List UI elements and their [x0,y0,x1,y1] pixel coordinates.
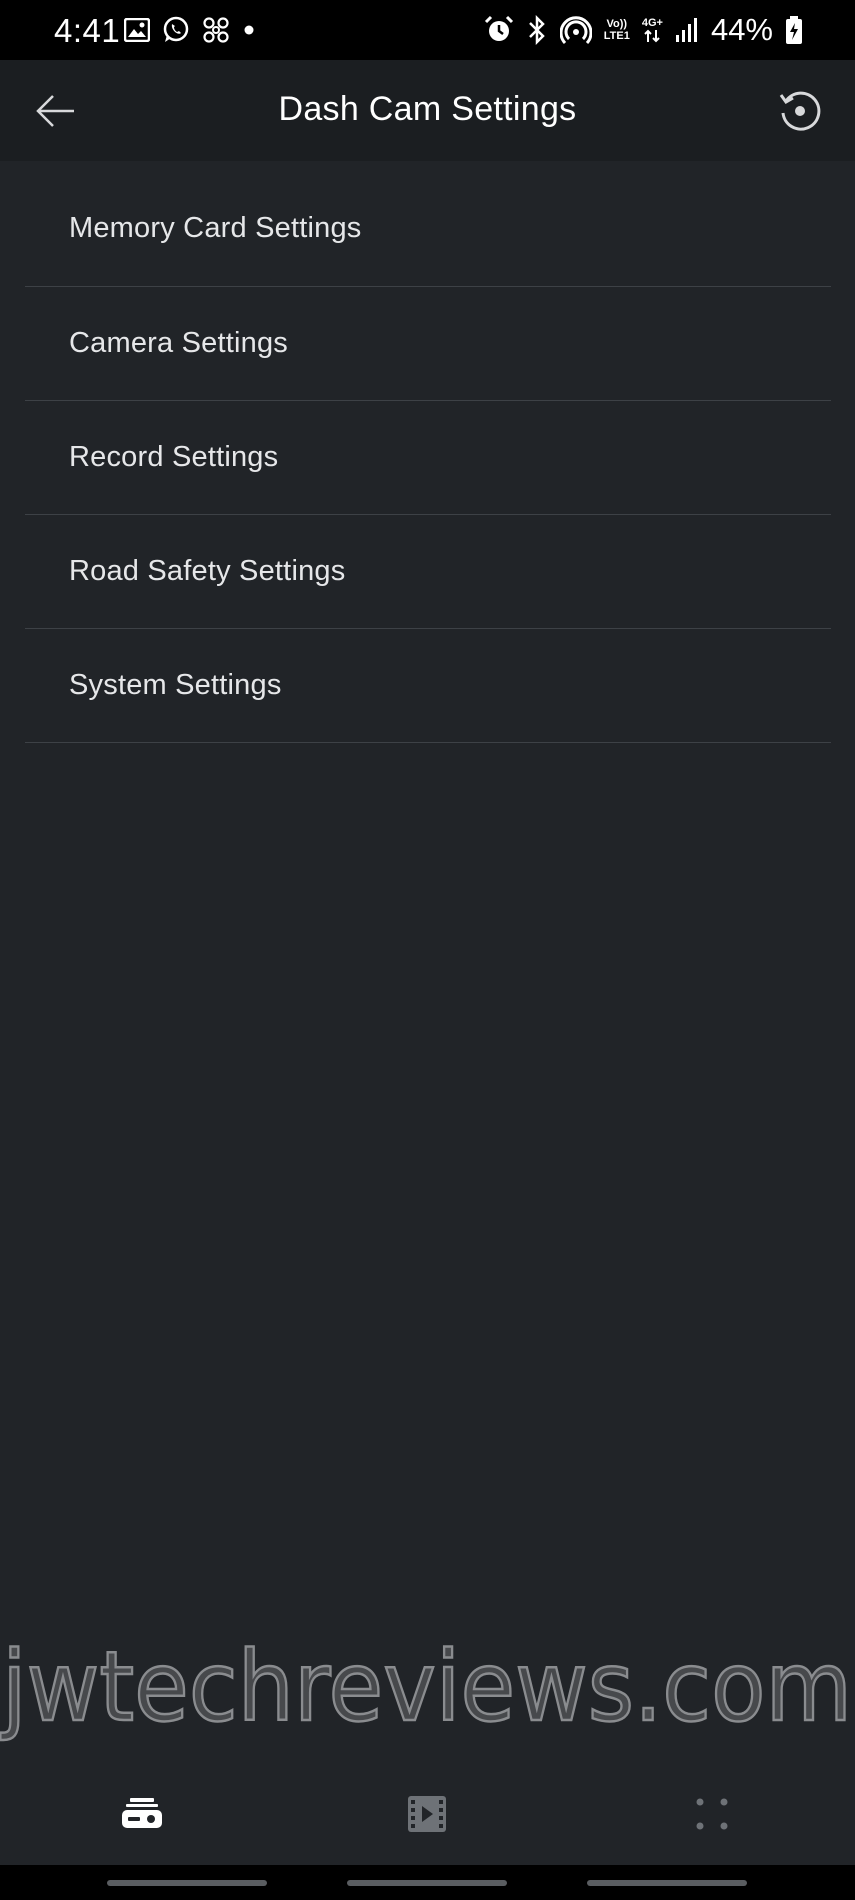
system-gesture-handle[interactable] [107,1880,267,1886]
road-safety-settings-item[interactable]: Road Safety Settings [25,515,831,629]
data-arrows-icon [644,29,661,43]
list-item-label: System Settings [69,669,282,701]
list-item-label: Memory Card Settings [69,212,362,244]
battery-charging-icon [786,16,802,44]
status-time: 4:41 [54,12,121,49]
dashcam-icon [122,1798,162,1828]
system-settings-item[interactable]: System Settings [25,629,831,743]
watermark-text: jwtechreviews.com [0,1632,852,1742]
bluetooth-icon [528,15,545,45]
settings-list: Memory Card Settings Camera Settings Rec… [25,161,831,743]
more-dots-icon [696,1798,728,1830]
bottom-nav [0,1760,855,1865]
nav-videos-tab[interactable] [397,1784,457,1844]
nav-more-tab[interactable] [682,1784,742,1844]
status-bar: 4:41 Vo)) LTE1 4G+ 44% [0,0,855,60]
status-right-icons: Vo)) LTE1 4G+ 44% [484,12,803,48]
screen: 4:41 Vo)) LTE1 4G+ 44% Dash Cam Settings… [0,0,855,1900]
reset-icon [779,91,821,131]
camera-settings-item[interactable]: Camera Settings [25,287,831,401]
alarm-icon [484,15,513,41]
dot-icon [244,25,254,35]
battery-percent: 44% [710,12,773,47]
whatsapp-icon [163,16,189,42]
reset-button[interactable] [775,86,825,136]
notification-icons [124,16,256,44]
record-settings-item[interactable]: Record Settings [25,401,831,515]
video-film-icon [408,1796,446,1832]
app-bar: Dash Cam Settings [0,60,855,161]
page-title: Dash Cam Settings [278,90,577,128]
system-gesture-handle[interactable] [347,1880,507,1886]
hotspot-icon [559,16,592,45]
signal-icon [675,18,697,42]
list-item-label: Road Safety Settings [69,555,346,587]
gallery-icon [124,18,150,42]
list-item-label: Record Settings [69,441,279,473]
system-nav-bar [0,1865,855,1900]
list-item-label: Camera Settings [69,327,288,359]
nav-dashcam-tab[interactable] [112,1784,172,1844]
fan-icon [203,17,229,43]
data-indicator: 4G+ [642,17,663,43]
memory-card-settings-item[interactable]: Memory Card Settings [25,161,831,287]
volte-indicator: Vo)) LTE1 [603,18,630,42]
watermark: jwtechreviews.com [0,1632,855,1742]
system-gesture-handle[interactable] [587,1880,747,1886]
